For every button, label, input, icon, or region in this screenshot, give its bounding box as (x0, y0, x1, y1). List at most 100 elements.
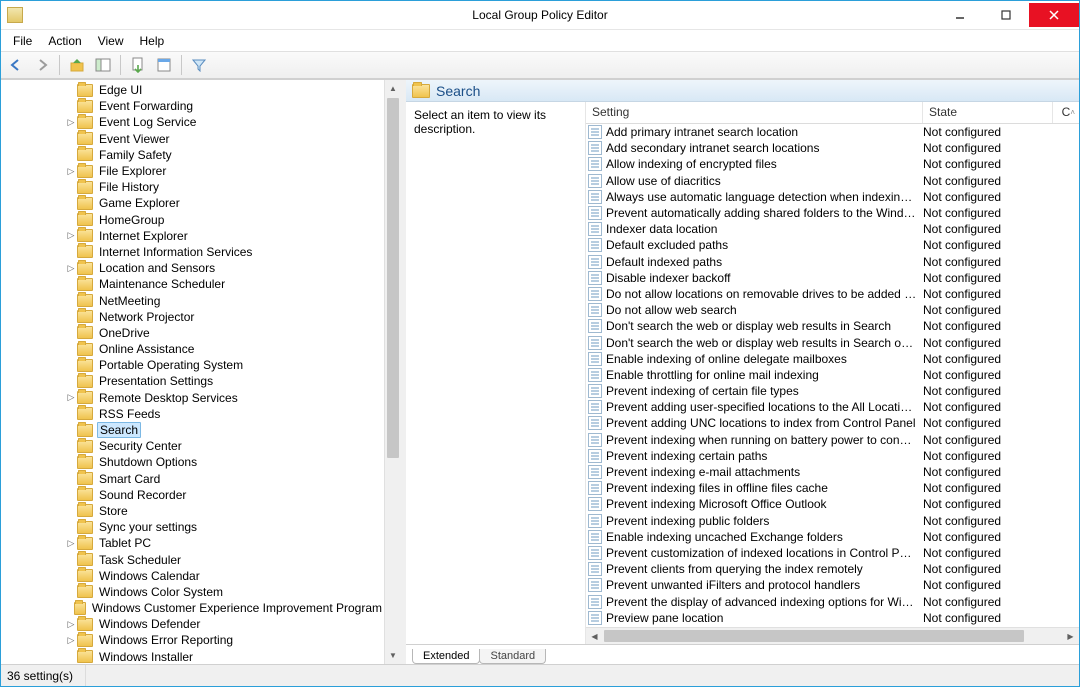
expander-icon[interactable]: ▷ (65, 635, 77, 646)
menu-file[interactable]: File (5, 32, 40, 50)
setting-row[interactable]: Default excluded pathsNot configured (586, 237, 1079, 253)
hscroll-thumb[interactable] (604, 630, 1024, 642)
tree-item[interactable]: ▷Maintenance Scheduler (1, 276, 384, 292)
scroll-thumb[interactable] (387, 98, 399, 458)
menu-help[interactable]: Help (132, 32, 173, 50)
setting-row[interactable]: Do not allow locations on removable driv… (586, 286, 1079, 302)
tree-item[interactable]: ▷Game Explorer (1, 195, 384, 211)
show-hide-tree-button[interactable] (92, 54, 114, 76)
tree-item[interactable]: ▷Windows Installer (1, 649, 384, 664)
tree-item[interactable]: ▷Sync your settings (1, 519, 384, 535)
tab-standard[interactable]: Standard (479, 649, 546, 664)
setting-row[interactable]: Default indexed pathsNot configured (586, 254, 1079, 270)
tree-item[interactable]: ▷Smart Card (1, 471, 384, 487)
setting-row[interactable]: Enable indexing of online delegate mailb… (586, 351, 1079, 367)
expander-icon[interactable]: ▷ (65, 538, 77, 549)
tree-item[interactable]: ▷Edge UI (1, 82, 384, 98)
setting-row[interactable]: Prevent indexing e-mail attachmentsNot c… (586, 464, 1079, 480)
titlebar[interactable]: Local Group Policy Editor (1, 1, 1079, 29)
tree-item[interactable]: ▷OneDrive (1, 325, 384, 341)
tree-item[interactable]: ▷File History (1, 179, 384, 195)
tree-item[interactable]: ▷Security Center (1, 438, 384, 454)
tree-item[interactable]: ▷HomeGroup (1, 212, 384, 228)
setting-row[interactable]: Do not allow web searchNot configured (586, 302, 1079, 318)
tree-item[interactable]: ▷Shutdown Options (1, 454, 384, 470)
tree-item[interactable]: ▷Store (1, 503, 384, 519)
scroll-left-icon[interactable]: ◀ (586, 628, 603, 644)
menu-action[interactable]: Action (40, 32, 89, 50)
setting-row[interactable]: Prevent unwanted iFilters and protocol h… (586, 577, 1079, 593)
column-c[interactable]: C˄ (1053, 102, 1079, 123)
back-button[interactable] (5, 54, 27, 76)
expander-icon[interactable]: ▷ (65, 392, 77, 403)
setting-row[interactable]: Preview pane locationNot configured (586, 610, 1079, 626)
tab-extended[interactable]: Extended (412, 649, 480, 664)
up-button[interactable] (66, 54, 88, 76)
properties-button[interactable] (153, 54, 175, 76)
tree-item[interactable]: ▷Remote Desktop Services (1, 390, 384, 406)
setting-row[interactable]: Don't search the web or display web resu… (586, 334, 1079, 350)
setting-row[interactable]: Prevent indexing of certain file typesNo… (586, 383, 1079, 399)
maximize-button[interactable] (983, 3, 1029, 27)
tree-item[interactable]: ▷Tablet PC (1, 535, 384, 551)
list-hscrollbar[interactable]: ◀ ▶ (586, 627, 1079, 644)
export-button[interactable] (127, 54, 149, 76)
setting-row[interactable]: Prevent indexing files in offline files … (586, 480, 1079, 496)
setting-row[interactable]: Always use automatic language detection … (586, 189, 1079, 205)
expander-icon[interactable]: ▷ (65, 263, 77, 274)
setting-row[interactable]: Enable throttling for online mail indexi… (586, 367, 1079, 383)
forward-button[interactable] (31, 54, 53, 76)
tree-item[interactable]: ▷Search (1, 422, 384, 438)
setting-row[interactable]: Allow indexing of encrypted filesNot con… (586, 156, 1079, 172)
setting-row[interactable]: Prevent indexing certain pathsNot config… (586, 448, 1079, 464)
tree-item[interactable]: ▷Internet Information Services (1, 244, 384, 260)
tree-item[interactable]: ▷Location and Sensors (1, 260, 384, 276)
minimize-button[interactable] (937, 3, 983, 27)
tree-item[interactable]: ▷Sound Recorder (1, 487, 384, 503)
setting-row[interactable]: Prevent indexing when running on battery… (586, 432, 1079, 448)
tree-item[interactable]: ▷File Explorer (1, 163, 384, 179)
expander-icon[interactable]: ▷ (65, 117, 77, 128)
tree-item[interactable]: ▷RSS Feeds (1, 406, 384, 422)
setting-row[interactable]: Disable indexer backoffNot configured (586, 270, 1079, 286)
tree-item[interactable]: ▷Windows Color System (1, 584, 384, 600)
tree-item[interactable]: ▷Windows Defender (1, 616, 384, 632)
setting-row[interactable]: Prevent the display of advanced indexing… (586, 593, 1079, 609)
tree-item[interactable]: ▷Event Forwarding (1, 98, 384, 114)
tree-item[interactable]: ▷Portable Operating System (1, 357, 384, 373)
tree-item[interactable]: ▷Family Safety (1, 147, 384, 163)
tree-item[interactable]: ▷Event Viewer (1, 131, 384, 147)
tree-scrollbar[interactable]: ▲ ▼ (384, 80, 401, 664)
scroll-down-icon[interactable]: ▼ (385, 647, 401, 664)
menu-view[interactable]: View (90, 32, 132, 50)
scroll-up-icon[interactable]: ▲ (385, 80, 401, 97)
setting-row[interactable]: Don't search the web or display web resu… (586, 318, 1079, 334)
tree-item[interactable]: ▷NetMeeting (1, 292, 384, 308)
setting-row[interactable]: Prevent clients from querying the index … (586, 561, 1079, 577)
tree-item[interactable]: ▷Task Scheduler (1, 551, 384, 567)
tree-item[interactable]: ▷Windows Error Reporting (1, 632, 384, 648)
tree-item[interactable]: ▷Windows Customer Experience Improvement… (1, 600, 384, 616)
setting-row[interactable]: Prevent customization of indexed locatio… (586, 545, 1079, 561)
filter-button[interactable] (188, 54, 210, 76)
setting-row[interactable]: Add primary intranet search locationNot … (586, 124, 1079, 140)
close-button[interactable] (1029, 3, 1079, 27)
setting-row[interactable]: Enable indexing uncached Exchange folder… (586, 529, 1079, 545)
column-state[interactable]: State (923, 102, 1053, 123)
setting-row[interactable]: Prevent adding user-specified locations … (586, 399, 1079, 415)
scroll-right-icon[interactable]: ▶ (1062, 628, 1079, 644)
setting-row[interactable]: Allow use of diacriticsNot configured (586, 173, 1079, 189)
expander-icon[interactable]: ▷ (65, 619, 77, 630)
setting-row[interactable]: Prevent indexing public foldersNot confi… (586, 513, 1079, 529)
setting-row[interactable]: Prevent automatically adding shared fold… (586, 205, 1079, 221)
tree-item[interactable]: ▷Online Assistance (1, 341, 384, 357)
tree-item[interactable]: ▷Network Projector (1, 309, 384, 325)
expander-icon[interactable]: ▷ (65, 166, 77, 177)
tree-item[interactable]: ▷Internet Explorer (1, 228, 384, 244)
tree-item[interactable]: ▷Windows Calendar (1, 568, 384, 584)
setting-row[interactable]: Add secondary intranet search locationsN… (586, 140, 1079, 156)
expander-icon[interactable]: ▷ (65, 230, 77, 241)
setting-row[interactable]: Prevent adding UNC locations to index fr… (586, 415, 1079, 431)
tree-item[interactable]: ▷Presentation Settings (1, 373, 384, 389)
setting-row[interactable]: Indexer data locationNot configured (586, 221, 1079, 237)
